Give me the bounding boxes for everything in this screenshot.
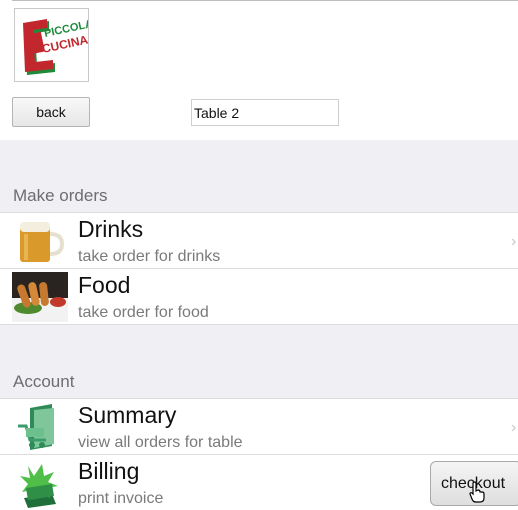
- top-divider: [12, 0, 518, 1]
- section-header-band: [0, 325, 518, 398]
- list-item-drinks[interactable]: Drinks take order for drinks ›: [0, 212, 518, 269]
- section-title-make-orders: Make orders: [13, 186, 108, 205]
- hand-cursor-icon: [469, 481, 485, 503]
- piccola-cucina-logo: PICCOLA CUCINA: [14, 8, 89, 82]
- table-name-field[interactable]: Table 2: [191, 99, 339, 126]
- row-subtitle: print invoice: [78, 490, 164, 507]
- row-title: Summary: [78, 402, 177, 428]
- row-subtitle: take order for drinks: [78, 248, 221, 265]
- list-item-summary[interactable]: Summary view all orders for table ›: [0, 398, 518, 455]
- food-plate-icon: [12, 272, 68, 322]
- row-title: Billing: [78, 458, 140, 484]
- invoice-burst-icon: [12, 458, 68, 508]
- row-title: Food: [78, 272, 131, 298]
- chevron-right-icon: ›: [511, 233, 517, 250]
- list-item-food[interactable]: Food take order for food: [0, 268, 518, 325]
- row-subtitle: take order for food: [78, 304, 209, 321]
- row-title: Drinks: [78, 216, 144, 242]
- chevron-right-icon: ›: [511, 419, 517, 436]
- row-subtitle: view all orders for table: [78, 434, 243, 451]
- cart-document-icon: [12, 402, 68, 452]
- section-title-account: Account: [13, 372, 75, 391]
- back-button[interactable]: back: [12, 97, 90, 127]
- beer-mug-icon: [12, 216, 68, 266]
